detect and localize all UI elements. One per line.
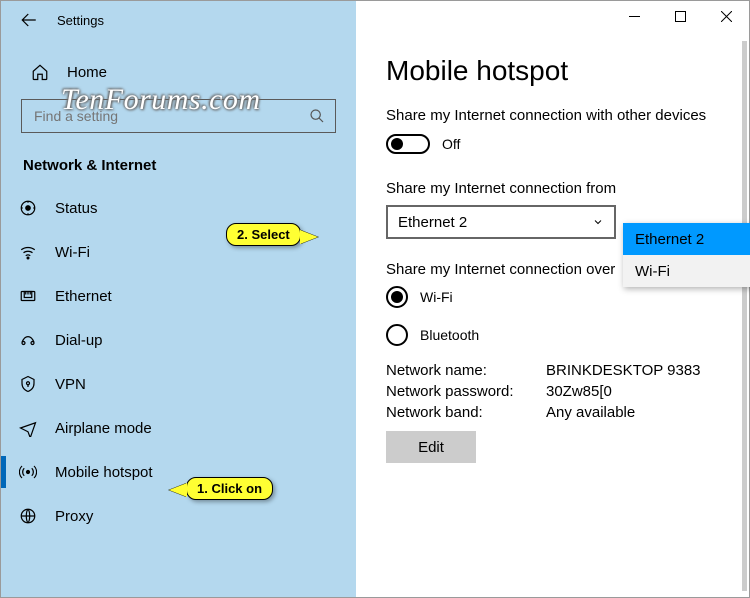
sidebar-item-dialup[interactable]: Dial-up <box>1 318 356 362</box>
sidebar-section-header: Network & Internet <box>23 157 356 174</box>
maximize-icon <box>675 11 686 22</box>
hotspot-icon <box>17 463 39 481</box>
from-dropdown: Ethernet 2 Wi-Fi <box>623 223 750 287</box>
sidebar-item-label: Wi-Fi <box>55 244 90 261</box>
radio-wifi-label: Wi-Fi <box>420 289 453 305</box>
from-combo[interactable]: Ethernet 2 <box>386 205 616 239</box>
radio-bluetooth[interactable] <box>386 324 408 346</box>
callout-select: 2. Select <box>226 223 301 246</box>
from-option-ethernet2[interactable]: Ethernet 2 <box>623 223 750 255</box>
network-info: Network name: BRINKDESKTOP 9383 Network … <box>386 362 727 421</box>
titlebar-left: Settings <box>1 5 356 35</box>
search-box[interactable] <box>21 99 336 133</box>
sidebar-item-status[interactable]: Status <box>1 186 356 230</box>
wifi-icon <box>17 243 39 261</box>
network-name-value: BRINKDESKTOP 9383 <box>546 362 727 379</box>
share-toggle[interactable] <box>386 134 430 154</box>
sidebar-item-label: Proxy <box>55 508 93 525</box>
scrollbar[interactable] <box>742 41 747 591</box>
share-toggle-row: Off <box>386 134 727 154</box>
window-controls <box>611 1 749 31</box>
window-title: Settings <box>57 13 104 28</box>
sidebar-item-label: Status <box>55 200 98 217</box>
chevron-down-icon <box>592 216 604 228</box>
page-title: Mobile hotspot <box>386 55 727 87</box>
minimize-button[interactable] <box>611 1 657 31</box>
settings-window: Settings Home Network & Internet Status <box>0 0 750 598</box>
share-label: Share my Internet connection with other … <box>386 107 727 124</box>
callout-click-on: 1. Click on <box>186 477 273 500</box>
ethernet-icon <box>17 287 39 305</box>
edit-button[interactable]: Edit <box>386 431 476 463</box>
over-option-bluetooth[interactable]: Bluetooth <box>386 324 727 346</box>
airplane-icon <box>17 419 39 437</box>
sidebar-item-label: Mobile hotspot <box>55 464 153 481</box>
back-button[interactable] <box>15 6 43 34</box>
status-icon <box>17 199 39 217</box>
dialup-icon <box>17 331 39 349</box>
home-icon <box>31 63 49 81</box>
sidebar-item-vpn[interactable]: VPN <box>1 362 356 406</box>
from-label: Share my Internet connection from <box>386 180 727 197</box>
sidebar-home[interactable]: Home <box>1 53 356 91</box>
from-option-wifi[interactable]: Wi-Fi <box>623 255 750 287</box>
radio-bluetooth-label: Bluetooth <box>420 327 479 343</box>
sidebar-item-airplane[interactable]: Airplane mode <box>1 406 356 450</box>
close-icon <box>721 11 732 22</box>
arrow-left-icon <box>20 11 38 29</box>
from-combo-value: Ethernet 2 <box>398 214 467 231</box>
sidebar-item-proxy[interactable]: Proxy <box>1 494 356 538</box>
proxy-icon <box>17 507 39 525</box>
edit-button-label: Edit <box>418 439 444 456</box>
home-label: Home <box>67 64 107 81</box>
over-option-wifi[interactable]: Wi-Fi <box>386 286 727 308</box>
network-pw-label: Network password: <box>386 383 546 400</box>
sidebar-item-ethernet[interactable]: Ethernet <box>1 274 356 318</box>
search-input[interactable] <box>32 107 309 125</box>
maximize-button[interactable] <box>657 1 703 31</box>
sidebar-item-label: Airplane mode <box>55 420 152 437</box>
minimize-icon <box>629 11 640 22</box>
sidebar-item-label: VPN <box>55 376 86 393</box>
sidebar-item-label: Ethernet <box>55 288 112 305</box>
close-button[interactable] <box>703 1 749 31</box>
network-pw-value: 30Zw85[0 <box>546 383 727 400</box>
share-toggle-state: Off <box>442 136 460 152</box>
sidebar: Settings Home Network & Internet Status <box>1 1 356 597</box>
radio-wifi[interactable] <box>386 286 408 308</box>
network-band-value: Any available <box>546 404 727 421</box>
search-icon <box>309 108 325 124</box>
main-panel: Mobile hotspot Share my Internet connect… <box>356 1 749 597</box>
sidebar-item-label: Dial-up <box>55 332 103 349</box>
network-band-label: Network band: <box>386 404 546 421</box>
network-name-label: Network name: <box>386 362 546 379</box>
vpn-icon <box>17 375 39 393</box>
